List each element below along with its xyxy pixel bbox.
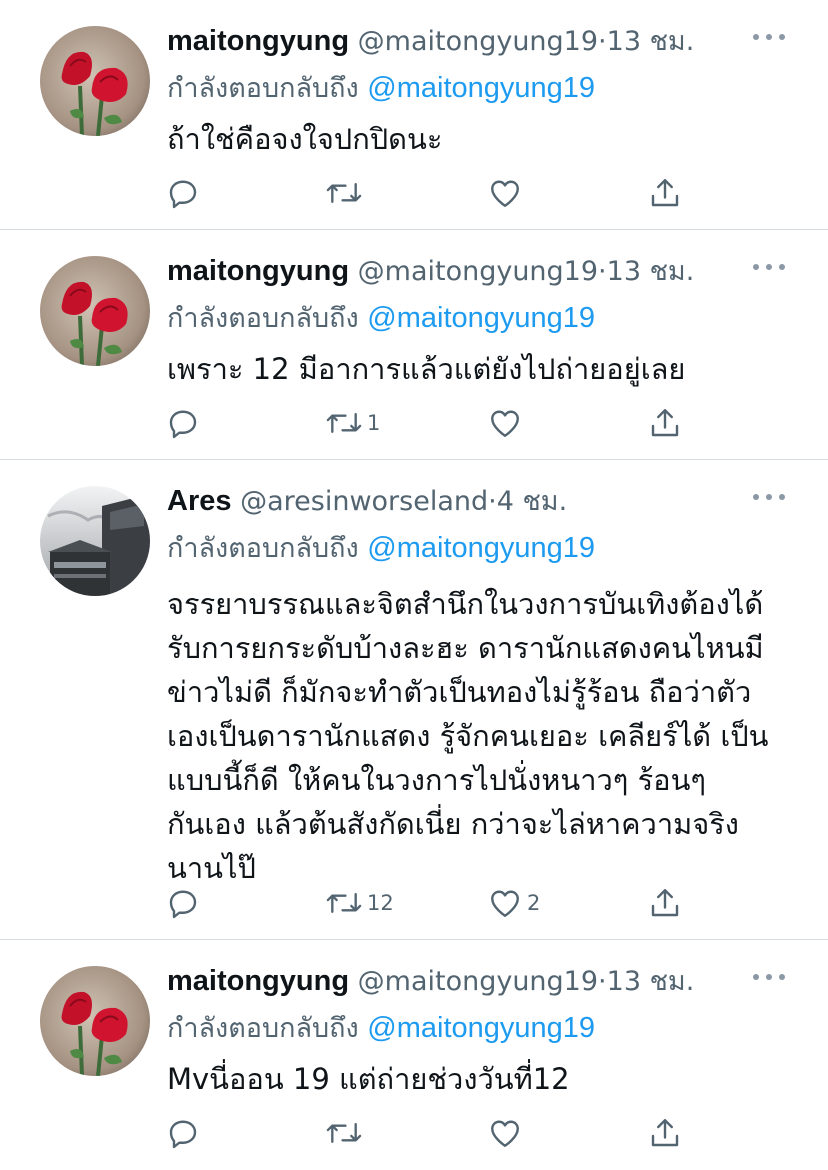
reply-icon — [169, 890, 197, 919]
retweet-count: 1 — [367, 411, 381, 435]
tweet[interactable]: maitongyung @maitongyung19·13 ชม. กำลังต… — [0, 230, 828, 460]
like-button[interactable] — [487, 403, 527, 443]
avatar-rose-image — [40, 256, 150, 366]
retweet-count: 12 — [367, 891, 394, 915]
more-options-button[interactable] — [752, 30, 786, 44]
replying-label: กำลังตอบกลับถึง — [167, 303, 359, 334]
avatar-rose[interactable] — [40, 26, 150, 136]
tweet-text: ถ้าใช่คือจงใจปกปิดนะ — [167, 122, 443, 156]
avatar-rose-image — [40, 26, 150, 136]
more-dots-icon — [753, 494, 785, 500]
tweet[interactable]: Ares @aresinworseland·4 ชม. กำลังตอบกลับ… — [0, 460, 828, 940]
like-button[interactable] — [487, 1113, 527, 1153]
tweet-text: จรรยาบรรณและจิตสำนึกในวงการบันเทิงต้องได… — [167, 587, 769, 885]
retweet-button[interactable]: 1 — [325, 403, 380, 443]
heart-icon — [491, 1120, 519, 1147]
tweet-text: Mvนี่ออน 19 แต่ถ่ายช่วงวันที่12 — [167, 1062, 570, 1096]
reply-button[interactable] — [165, 883, 201, 923]
avatar-building-image — [40, 486, 150, 596]
share-button[interactable] — [647, 883, 683, 923]
replying-mention[interactable]: @maitongyung19 — [367, 532, 595, 564]
replying-mention[interactable]: @maitongyung19 — [367, 302, 595, 334]
more-options-button[interactable] — [752, 970, 786, 984]
more-dots-icon — [753, 974, 785, 980]
more-dots-icon — [753, 34, 785, 40]
replying-to: กำลังตอบกลับถึง @maitongyung19 — [167, 528, 595, 568]
replying-to: กำลังตอบกลับถึง @maitongyung19 — [167, 68, 595, 108]
reply-button[interactable] — [165, 1113, 201, 1153]
avatar-building[interactable] — [40, 486, 150, 596]
reply-icon — [169, 180, 197, 209]
timestamp[interactable]: 13 ชม. — [607, 26, 695, 57]
separator-dot: · — [488, 486, 497, 517]
replying-mention[interactable]: @maitongyung19 — [367, 1012, 595, 1044]
like-count: 2 — [527, 891, 541, 915]
author-name[interactable]: maitongyung — [167, 965, 349, 997]
share-icon — [651, 889, 679, 917]
tweet-actions — [165, 1113, 705, 1153]
timestamp[interactable]: 13 ชม. — [607, 966, 695, 997]
author-handle[interactable]: @aresinworseland — [240, 486, 488, 517]
tweet-header: maitongyung @maitongyung19·13 ชม. — [167, 20, 694, 62]
reply-icon — [169, 1120, 197, 1149]
heart-icon — [491, 410, 519, 437]
retweet-button[interactable] — [325, 1113, 367, 1153]
avatar-rose[interactable] — [40, 966, 150, 1076]
tweet-actions: 12 2 — [165, 883, 705, 923]
tweet-header: Ares @aresinworseland·4 ชม. — [167, 480, 567, 522]
separator-dot: · — [598, 26, 607, 57]
timestamp[interactable]: 4 ชม. — [497, 486, 567, 517]
share-button[interactable] — [647, 1113, 683, 1153]
avatar-rose-image — [40, 966, 150, 1076]
more-options-button[interactable] — [752, 490, 786, 504]
tweet[interactable]: maitongyung @maitongyung19·13 ชม. กำลังต… — [0, 940, 828, 1170]
share-button[interactable] — [647, 173, 683, 213]
heart-icon — [491, 180, 519, 207]
tweet-header: maitongyung @maitongyung19·13 ชม. — [167, 250, 694, 292]
reply-button[interactable] — [165, 403, 201, 443]
share-button[interactable] — [647, 403, 683, 443]
reply-button[interactable] — [165, 173, 201, 213]
more-dots-icon — [753, 264, 785, 270]
tweet-actions: 1 — [165, 403, 705, 443]
timestamp[interactable]: 13 ชม. — [607, 256, 695, 287]
replying-label: กำลังตอบกลับถึง — [167, 73, 359, 104]
author-name[interactable]: maitongyung — [167, 25, 349, 57]
retweet-icon — [326, 183, 362, 203]
retweet-icon — [326, 893, 362, 913]
separator-dot: · — [598, 966, 607, 997]
replying-to: กำลังตอบกลับถึง @maitongyung19 — [167, 298, 595, 338]
tweet-header: maitongyung @maitongyung19·13 ชม. — [167, 960, 694, 1002]
retweet-button[interactable] — [325, 173, 367, 213]
separator-dot: · — [598, 256, 607, 287]
retweet-icon — [326, 413, 362, 433]
share-icon — [651, 179, 679, 207]
tweet-feed: maitongyung @maitongyung19·13 ชม. กำลังต… — [0, 0, 828, 1170]
author-handle[interactable]: @maitongyung19 — [358, 256, 598, 287]
more-options-button[interactable] — [752, 260, 786, 274]
author-handle[interactable]: @maitongyung19 — [358, 26, 598, 57]
share-icon — [651, 1119, 679, 1147]
author-handle[interactable]: @maitongyung19 — [358, 966, 598, 997]
heart-icon — [491, 890, 519, 917]
replying-label: กำลังตอบกลับถึง — [167, 533, 359, 564]
author-name[interactable]: Ares — [167, 485, 232, 517]
reply-icon — [169, 410, 197, 439]
tweet-text: เพราะ 12 มีอาการแล้วแต่ยังไปถ่ายอยู่เลย — [167, 352, 686, 386]
retweet-icon — [326, 1123, 362, 1143]
replying-mention[interactable]: @maitongyung19 — [367, 72, 595, 104]
avatar-rose[interactable] — [40, 256, 150, 366]
author-name[interactable]: maitongyung — [167, 255, 349, 287]
replying-label: กำลังตอบกลับถึง — [167, 1013, 359, 1044]
like-button[interactable]: 2 — [487, 883, 540, 923]
tweet[interactable]: maitongyung @maitongyung19·13 ชม. กำลังต… — [0, 0, 828, 230]
tweet-actions — [165, 173, 705, 213]
share-icon — [651, 409, 679, 437]
like-button[interactable] — [487, 173, 527, 213]
retweet-button[interactable]: 12 — [325, 883, 394, 923]
replying-to: กำลังตอบกลับถึง @maitongyung19 — [167, 1008, 595, 1048]
